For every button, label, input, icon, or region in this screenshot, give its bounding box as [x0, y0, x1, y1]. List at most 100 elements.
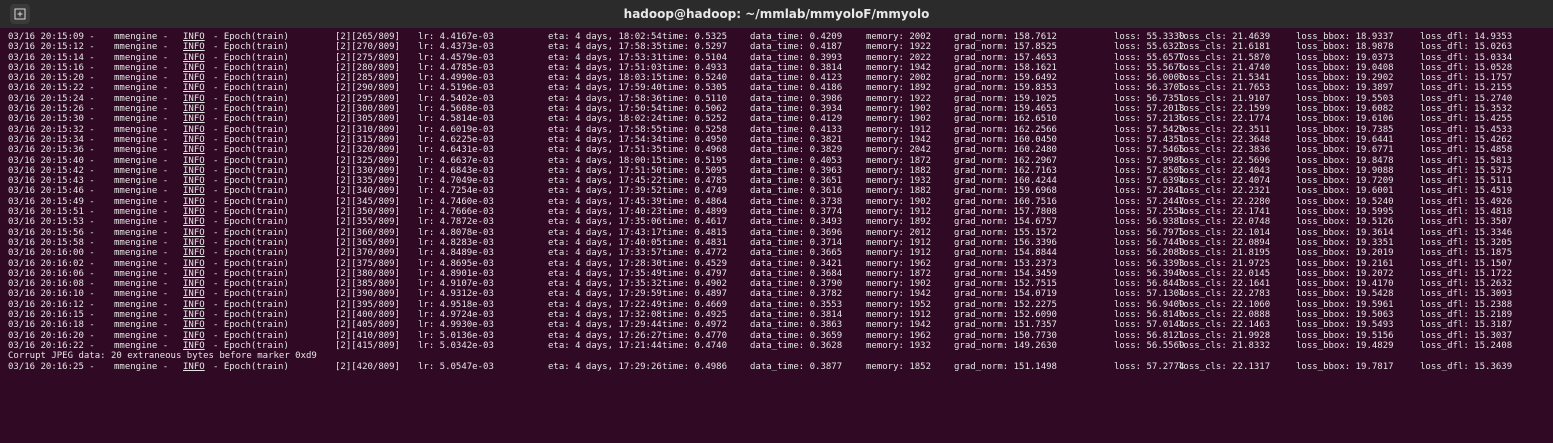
log-level: INFO — [183, 320, 205, 331]
log-loss-bbox: loss_bbox: 19.4829 — [1296, 340, 1394, 351]
log-eta: eta: 4 days, 17:45:39 — [548, 196, 662, 207]
log-memory: memory: 1902 — [866, 279, 932, 290]
log-memory: memory: 2002 — [866, 73, 932, 84]
log-phase: - Epoch(train) — [213, 52, 289, 63]
log-iter: [2][265/809] — [335, 32, 401, 42]
log-loss-dfl: loss_dfl: 15.2155 — [1420, 83, 1513, 94]
log-loss-dfl: loss_dfl: 15.0528 — [1420, 62, 1513, 73]
log-iter: [2][285/809] — [335, 73, 401, 84]
log-eta: eta: 4 days, 17:33:57 — [548, 248, 662, 259]
log-iter: [2][380/809] — [335, 268, 401, 279]
log-loss-dfl: loss_dfl: 15.3205 — [1420, 237, 1513, 248]
log-line: 03/16 20:15:32 - mmengine - INFO - Epoch(tr… — [8, 124, 1512, 135]
log-memory: memory: 2022 — [866, 52, 932, 63]
log-logger: mmengine - — [114, 207, 169, 218]
log-line: 03/16 20:15:12 - mmengine - INFO - Epoch(tr… — [8, 42, 1512, 53]
log-phase: - Epoch(train) — [213, 124, 289, 135]
log-level: INFO — [183, 258, 205, 269]
log-lr: lr: 4.9312e-03 — [418, 289, 494, 300]
log-data-time: data_time: 0.4123 — [750, 73, 843, 84]
log-line: 03/16 20:15:36 - mmengine - INFO - Epoch(tr… — [8, 145, 1512, 155]
log-loss: loss: 57.9986 — [1114, 155, 1185, 166]
log-time: time: 0.5104 — [662, 52, 728, 63]
log-line: 03/16 20:16:25 - mmengine - INFO - Epoch(tr… — [8, 361, 1512, 372]
log-loss: loss: 56.7449 — [1114, 237, 1185, 248]
log-timestamp: 03/16 20:16:20 - — [8, 330, 95, 341]
log-time: time: 0.4529 — [662, 258, 728, 269]
log-warning: Corrupt JPEG data: 20 extraneous bytes b… — [8, 351, 317, 362]
log-timestamp: 03/16 20:15:46 - — [8, 186, 95, 197]
log-iter: [2][335/809] — [335, 176, 401, 187]
log-level: INFO — [183, 155, 205, 166]
log-iter: [2][385/809] — [335, 279, 401, 290]
log-loss-cls: loss_cls: 22.4043 — [1178, 165, 1271, 176]
log-lr: lr: 4.7254e-03 — [418, 186, 494, 197]
log-memory: memory: 1902 — [866, 104, 932, 115]
log-phase: - Epoch(train) — [213, 42, 289, 53]
log-loss-cls: loss_cls: 22.0888 — [1178, 310, 1271, 321]
log-loss: loss: 56.7975 — [1114, 227, 1185, 238]
log-lr: lr: 4.6843e-03 — [418, 165, 494, 176]
log-level: INFO — [183, 42, 205, 53]
log-timestamp: 03/16 20:15:24 - — [8, 93, 95, 104]
log-phase: - Epoch(train) — [213, 227, 289, 238]
log-iter: [2][310/809] — [335, 124, 401, 135]
log-memory: memory: 1902 — [866, 196, 932, 207]
log-eta: eta: 4 days, 17:29:26 — [548, 361, 662, 372]
log-time: time: 0.4770 — [662, 330, 728, 341]
log-eta: eta: 4 days, 17:29:59 — [548, 289, 662, 300]
log-level: INFO — [183, 93, 205, 104]
log-iter: [2][340/809] — [335, 186, 401, 197]
log-phase: - Epoch(train) — [213, 361, 289, 372]
log-line: 03/16 20:16:00 - mmengine - INFO - Epoch(tr… — [8, 248, 1512, 259]
log-iter: [2][295/809] — [335, 93, 401, 104]
title-bar: hadoop@hadoop: ~/mmlab/mmyoloF/mmyolo — [0, 0, 1553, 29]
log-timestamp: 03/16 20:16:00 - — [8, 248, 95, 259]
log-time: time: 0.4897 — [662, 289, 728, 300]
log-loss-cls: loss_cls: 22.3648 — [1178, 134, 1271, 145]
log-line: 03/16 20:16:18 - mmengine - INFO - Epoch(tr… — [8, 320, 1512, 331]
log-eta: eta: 4 days, 17:21:44 — [548, 340, 662, 351]
log-loss-bbox: loss_bbox: 19.5063 — [1296, 310, 1394, 321]
log-data-time: data_time: 0.3829 — [750, 145, 843, 156]
log-iter: [2][345/809] — [335, 196, 401, 207]
log-timestamp: 03/16 20:15:49 - — [8, 196, 95, 207]
log-eta: eta: 4 days, 17:39:52 — [548, 186, 662, 197]
log-data-time: data_time: 0.4187 — [750, 42, 843, 53]
log-grad-norm: grad_norm: 151.7357 — [954, 320, 1057, 331]
log-data-time: data_time: 0.3696 — [750, 227, 843, 238]
log-data-time: data_time: 0.3963 — [750, 165, 843, 176]
log-line: 03/16 20:15:46 - mmengine - INFO - Epoch(tr… — [8, 186, 1512, 197]
terminal-output[interactable]: 03/16 20:15:09 - mmengine - INFO - Epoch(tr… — [0, 28, 1553, 443]
log-loss: loss: 57.2136 — [1114, 114, 1185, 125]
log-data-time: data_time: 0.3421 — [750, 258, 843, 269]
log-data-time: data_time: 0.3986 — [750, 93, 843, 104]
log-loss-bbox: loss_bbox: 19.3351 — [1296, 237, 1394, 248]
log-memory: memory: 2042 — [866, 145, 932, 156]
log-line: 03/16 20:16:02 - mmengine - INFO - Epoch(tr… — [8, 258, 1512, 269]
log-iter: [2][365/809] — [335, 237, 401, 248]
log-line: 03/16 20:15:40 - mmengine - INFO - Epoch(tr… — [8, 155, 1512, 166]
log-level: INFO — [183, 114, 205, 125]
log-level: INFO — [183, 32, 205, 42]
log-logger: mmengine - — [114, 299, 169, 310]
log-eta: eta: 4 days, 17:29:44 — [548, 320, 662, 331]
log-eta: eta: 4 days, 17:40:05 — [548, 237, 662, 248]
log-line: 03/16 20:16:06 - mmengine - INFO - Epoch(tr… — [8, 268, 1512, 279]
log-loss: loss: 56.9381 — [1114, 217, 1185, 228]
log-logger: mmengine - — [114, 217, 169, 228]
log-lr: lr: 5.0136e-03 — [418, 330, 494, 341]
log-timestamp: 03/16 20:15:30 - — [8, 114, 95, 125]
log-eta: eta: 4 days, 18:02:54 — [548, 32, 662, 42]
log-phase: - Epoch(train) — [213, 279, 289, 290]
log-iter: [2][370/809] — [335, 248, 401, 259]
log-eta: eta: 4 days, 17:54:34 — [548, 134, 662, 145]
log-loss-bbox: loss_bbox: 19.7385 — [1296, 124, 1394, 135]
log-eta: eta: 4 days, 17:28:30 — [548, 258, 662, 269]
log-data-time: data_time: 0.3782 — [750, 289, 843, 300]
log-loss-bbox: loss_bbox: 19.2161 — [1296, 258, 1394, 269]
log-line: 03/16 20:15:24 - mmengine - INFO - Epoch(tr… — [8, 93, 1512, 104]
log-grad-norm: grad_norm: 150.7730 — [954, 330, 1057, 341]
log-line: 03/16 20:15:53 - mmengine - INFO - Epoch(tr… — [8, 217, 1512, 228]
log-logger: mmengine - — [114, 268, 169, 279]
